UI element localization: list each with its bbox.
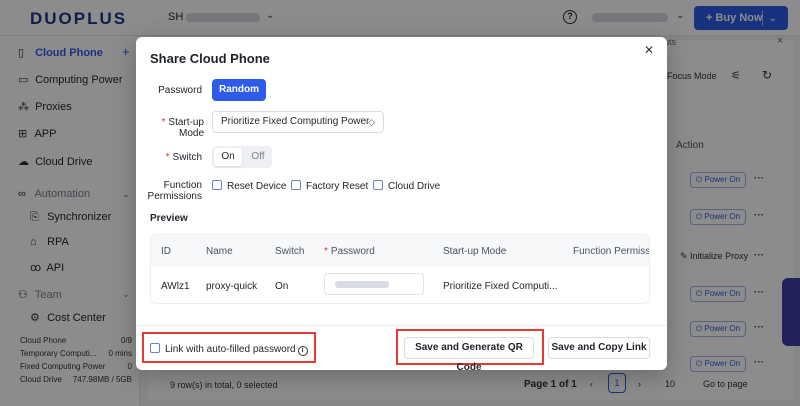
- switch-on-option[interactable]: On: [214, 148, 242, 166]
- cloud-drive-checkbox[interactable]: Cloud Drive: [373, 180, 440, 192]
- checkbox-icon[interactable]: [291, 180, 301, 190]
- preview-label: Preview: [150, 213, 188, 224]
- startup-mode-select[interactable]: Prioritize Fixed Computing Power ◇: [212, 111, 384, 133]
- header-switch: Switch: [275, 246, 305, 257]
- info-icon[interactable]: i: [297, 346, 308, 356]
- password-redacted: [335, 281, 389, 288]
- factory-reset-checkbox[interactable]: Factory Reset: [291, 180, 368, 192]
- updown-chevron-icon: ◇: [368, 117, 375, 127]
- startup-mode-value: Prioritize Fixed Computing Power: [221, 116, 370, 127]
- password-input[interactable]: [324, 273, 424, 295]
- dialog-title: Share Cloud Phone: [150, 51, 270, 66]
- checkbox-icon[interactable]: [212, 180, 222, 190]
- close-icon[interactable]: ✕: [644, 43, 654, 57]
- switch-label: * Switch: [165, 152, 202, 163]
- cell-switch: On: [275, 281, 289, 292]
- checkbox-icon[interactable]: [373, 180, 383, 190]
- function-permissions-label: Function Permissions: [147, 180, 202, 202]
- cell-startup-mode: Prioritize Fixed Computi...: [443, 281, 558, 292]
- password-label: Password: [158, 85, 202, 96]
- save-copy-link-button[interactable]: Save and Copy Link: [548, 337, 650, 359]
- save-generate-qr-button[interactable]: Save and Generate QR Code: [404, 337, 534, 373]
- header-name: Name: [206, 246, 233, 257]
- switch-off-option[interactable]: Off: [246, 148, 270, 166]
- divider: [136, 325, 667, 326]
- reset-device-checkbox[interactable]: Reset Device: [212, 180, 286, 192]
- share-cloud-phone-dialog: Share Cloud Phone ✕ Password Random * Sta…: [136, 37, 667, 373]
- header-id: ID: [161, 246, 171, 257]
- random-password-button[interactable]: Random: [212, 79, 266, 101]
- checkbox-icon[interactable]: [150, 343, 160, 353]
- preview-table: ID Name Switch * Password Start-up Mode F…: [150, 234, 650, 304]
- header-startup-mode: Start-up Mode: [443, 246, 507, 257]
- auto-fill-password-checkbox[interactable]: Link with auto-filled password i: [150, 343, 308, 356]
- header-password: * Password: [324, 246, 375, 257]
- cell-id: AWlz1: [161, 281, 190, 292]
- cell-name: proxy-quick: [206, 281, 258, 292]
- switch-toggle: On Off: [212, 146, 272, 168]
- startup-mode-label: * Start-up Mode: [161, 117, 204, 139]
- header-function-permissions: Function Permissio: [573, 246, 650, 257]
